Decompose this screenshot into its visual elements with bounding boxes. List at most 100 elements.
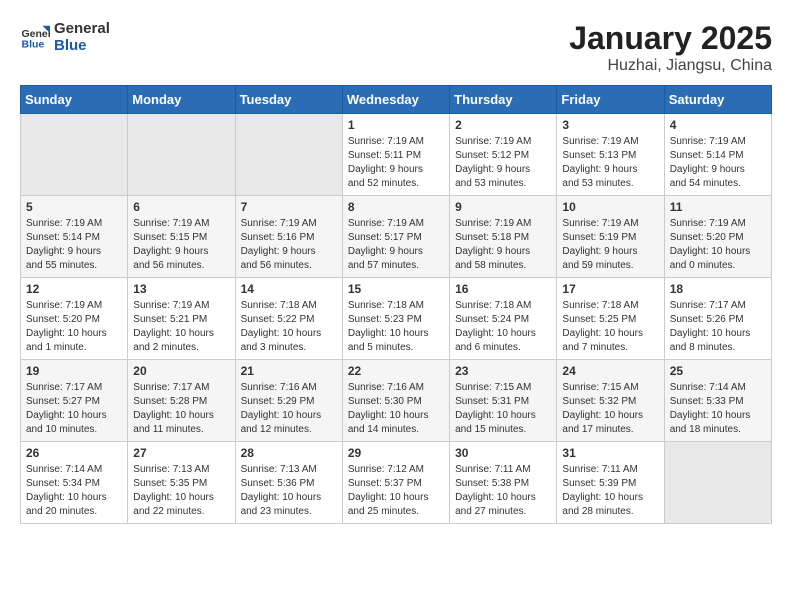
day-number: 28 [241, 446, 337, 460]
day-number: 15 [348, 282, 444, 296]
day-info: Sunrise: 7:19 AM Sunset: 5:11 PM Dayligh… [348, 135, 444, 191]
day-info: Sunrise: 7:18 AM Sunset: 5:22 PM Dayligh… [241, 299, 337, 355]
svg-text:Blue: Blue [22, 39, 45, 51]
day-of-week-header: Sunday [21, 86, 128, 114]
day-info: Sunrise: 7:16 AM Sunset: 5:30 PM Dayligh… [348, 381, 444, 437]
day-number: 18 [670, 282, 766, 296]
calendar-day-cell: 7 Sunrise: 7:19 AM Sunset: 5:16 PM Daylig… [235, 196, 342, 278]
day-number: 23 [455, 364, 551, 378]
day-number: 7 [241, 200, 337, 214]
day-info: Sunrise: 7:11 AM Sunset: 5:39 PM Dayligh… [562, 463, 658, 519]
day-info: Sunrise: 7:19 AM Sunset: 5:20 PM Dayligh… [26, 299, 122, 355]
day-info: Sunrise: 7:19 AM Sunset: 5:13 PM Dayligh… [562, 135, 658, 191]
day-info: Sunrise: 7:13 AM Sunset: 5:35 PM Dayligh… [133, 463, 229, 519]
calendar-header-row: SundayMondayTuesdayWednesdayThursdayFrid… [21, 86, 772, 114]
day-info: Sunrise: 7:18 AM Sunset: 5:25 PM Dayligh… [562, 299, 658, 355]
day-number: 8 [348, 200, 444, 214]
calendar-day-cell: 6Sunrise: 7:19 AM Sunset: 5:15 PM Daylig… [128, 196, 235, 278]
day-info: Sunrise: 7:19 AM Sunset: 5:12 PM Dayligh… [455, 135, 551, 191]
day-info: Sunrise: 7:17 AM Sunset: 5:26 PM Dayligh… [670, 299, 766, 355]
day-info: Sunrise: 7:19 AM Sunset: 5:21 PM Dayligh… [133, 299, 229, 355]
calendar-day-cell [235, 114, 342, 196]
day-number: 13 [133, 282, 229, 296]
day-info: Sunrise: 7:19 AM Sunset: 5:20 PM Dayligh… [670, 217, 766, 273]
calendar-day-cell: 4 Sunrise: 7:19 AM Sunset: 5:14 PM Daylig… [664, 114, 771, 196]
day-number: 20 [133, 364, 229, 378]
calendar-day-cell: 17Sunrise: 7:18 AM Sunset: 5:25 PM Dayli… [557, 278, 664, 360]
day-info: Sunrise: 7:15 AM Sunset: 5:32 PM Dayligh… [562, 381, 658, 437]
day-info: Sunrise: 7:17 AM Sunset: 5:28 PM Dayligh… [133, 381, 229, 437]
calendar-day-cell [128, 114, 235, 196]
day-info: Sunrise: 7:19 AM Sunset: 5:16 PM Dayligh… [241, 217, 337, 273]
day-number: 9 [455, 200, 551, 214]
calendar-week-row: 1 Sunrise: 7:19 AM Sunset: 5:11 PM Daylig… [21, 114, 772, 196]
day-number: 27 [133, 446, 229, 460]
day-info: Sunrise: 7:12 AM Sunset: 5:37 PM Dayligh… [348, 463, 444, 519]
calendar-day-cell [664, 442, 771, 524]
calendar-day-cell: 28 Sunrise: 7:13 AM Sunset: 5:36 PM Dayli… [235, 442, 342, 524]
day-of-week-header: Friday [557, 86, 664, 114]
calendar-day-cell: 26Sunrise: 7:14 AM Sunset: 5:34 PM Dayli… [21, 442, 128, 524]
calendar-day-cell [21, 114, 128, 196]
calendar-day-cell: 11 Sunrise: 7:19 AM Sunset: 5:20 PM Dayli… [664, 196, 771, 278]
calendar-day-cell: 13 Sunrise: 7:19 AM Sunset: 5:21 PM Dayli… [128, 278, 235, 360]
day-info: Sunrise: 7:19 AM Sunset: 5:17 PM Dayligh… [348, 217, 444, 273]
day-number: 31 [562, 446, 658, 460]
calendar-subtitle: Huzhai, Jiangsu, China [569, 57, 772, 75]
day-info: Sunrise: 7:14 AM Sunset: 5:33 PM Dayligh… [670, 381, 766, 437]
calendar-day-cell: 10Sunrise: 7:19 AM Sunset: 5:19 PM Dayli… [557, 196, 664, 278]
day-number: 12 [26, 282, 122, 296]
logo-icon: General Blue [20, 22, 50, 52]
calendar-week-row: 12 Sunrise: 7:19 AM Sunset: 5:20 PM Dayli… [21, 278, 772, 360]
day-info: Sunrise: 7:15 AM Sunset: 5:31 PM Dayligh… [455, 381, 551, 437]
day-of-week-header: Saturday [664, 86, 771, 114]
day-number: 6 [133, 200, 229, 214]
day-info: Sunrise: 7:13 AM Sunset: 5:36 PM Dayligh… [241, 463, 337, 519]
day-info: Sunrise: 7:19 AM Sunset: 5:14 PM Dayligh… [26, 217, 122, 273]
day-number: 1 [348, 118, 444, 132]
calendar-week-row: 26Sunrise: 7:14 AM Sunset: 5:34 PM Dayli… [21, 442, 772, 524]
calendar-day-cell: 25Sunrise: 7:14 AM Sunset: 5:33 PM Dayli… [664, 360, 771, 442]
calendar-day-cell: 19Sunrise: 7:17 AM Sunset: 5:27 PM Dayli… [21, 360, 128, 442]
day-number: 5 [26, 200, 122, 214]
logo-line2: Blue [54, 37, 110, 54]
page-header: General Blue General Blue January 2025 H… [20, 20, 772, 75]
day-number: 24 [562, 364, 658, 378]
day-info: Sunrise: 7:19 AM Sunset: 5:14 PM Dayligh… [670, 135, 766, 191]
calendar-week-row: 5 Sunrise: 7:19 AM Sunset: 5:14 PM Daylig… [21, 196, 772, 278]
day-number: 11 [670, 200, 766, 214]
calendar-day-cell: 5 Sunrise: 7:19 AM Sunset: 5:14 PM Daylig… [21, 196, 128, 278]
day-number: 30 [455, 446, 551, 460]
day-of-week-header: Monday [128, 86, 235, 114]
calendar-day-cell: 2 Sunrise: 7:19 AM Sunset: 5:12 PM Daylig… [450, 114, 557, 196]
day-info: Sunrise: 7:16 AM Sunset: 5:29 PM Dayligh… [241, 381, 337, 437]
day-number: 3 [562, 118, 658, 132]
day-info: Sunrise: 7:17 AM Sunset: 5:27 PM Dayligh… [26, 381, 122, 437]
day-number: 16 [455, 282, 551, 296]
day-number: 4 [670, 118, 766, 132]
day-number: 10 [562, 200, 658, 214]
calendar-day-cell: 18 Sunrise: 7:17 AM Sunset: 5:26 PM Dayli… [664, 278, 771, 360]
title-block: January 2025 Huzhai, Jiangsu, China [569, 20, 772, 75]
calendar-day-cell: 22 Sunrise: 7:16 AM Sunset: 5:30 PM Dayli… [342, 360, 449, 442]
logo: General Blue General Blue [20, 20, 110, 54]
calendar-day-cell: 12 Sunrise: 7:19 AM Sunset: 5:20 PM Dayli… [21, 278, 128, 360]
calendar-week-row: 19Sunrise: 7:17 AM Sunset: 5:27 PM Dayli… [21, 360, 772, 442]
day-number: 21 [241, 364, 337, 378]
calendar-day-cell: 31 Sunrise: 7:11 AM Sunset: 5:39 PM Dayli… [557, 442, 664, 524]
day-number: 22 [348, 364, 444, 378]
calendar-day-cell: 29 Sunrise: 7:12 AM Sunset: 5:37 PM Dayli… [342, 442, 449, 524]
day-number: 2 [455, 118, 551, 132]
calendar-day-cell: 30 Sunrise: 7:11 AM Sunset: 5:38 PM Dayli… [450, 442, 557, 524]
calendar-day-cell: 27 Sunrise: 7:13 AM Sunset: 5:35 PM Dayli… [128, 442, 235, 524]
day-info: Sunrise: 7:18 AM Sunset: 5:24 PM Dayligh… [455, 299, 551, 355]
day-number: 29 [348, 446, 444, 460]
day-info: Sunrise: 7:11 AM Sunset: 5:38 PM Dayligh… [455, 463, 551, 519]
day-of-week-header: Wednesday [342, 86, 449, 114]
calendar-day-cell: 9Sunrise: 7:19 AM Sunset: 5:18 PM Daylig… [450, 196, 557, 278]
day-info: Sunrise: 7:14 AM Sunset: 5:34 PM Dayligh… [26, 463, 122, 519]
calendar-table: SundayMondayTuesdayWednesdayThursdayFrid… [20, 85, 772, 524]
calendar-day-cell: 21 Sunrise: 7:16 AM Sunset: 5:29 PM Dayli… [235, 360, 342, 442]
calendar-title: January 2025 [569, 20, 772, 57]
calendar-day-cell: 3 Sunrise: 7:19 AM Sunset: 5:13 PM Daylig… [557, 114, 664, 196]
